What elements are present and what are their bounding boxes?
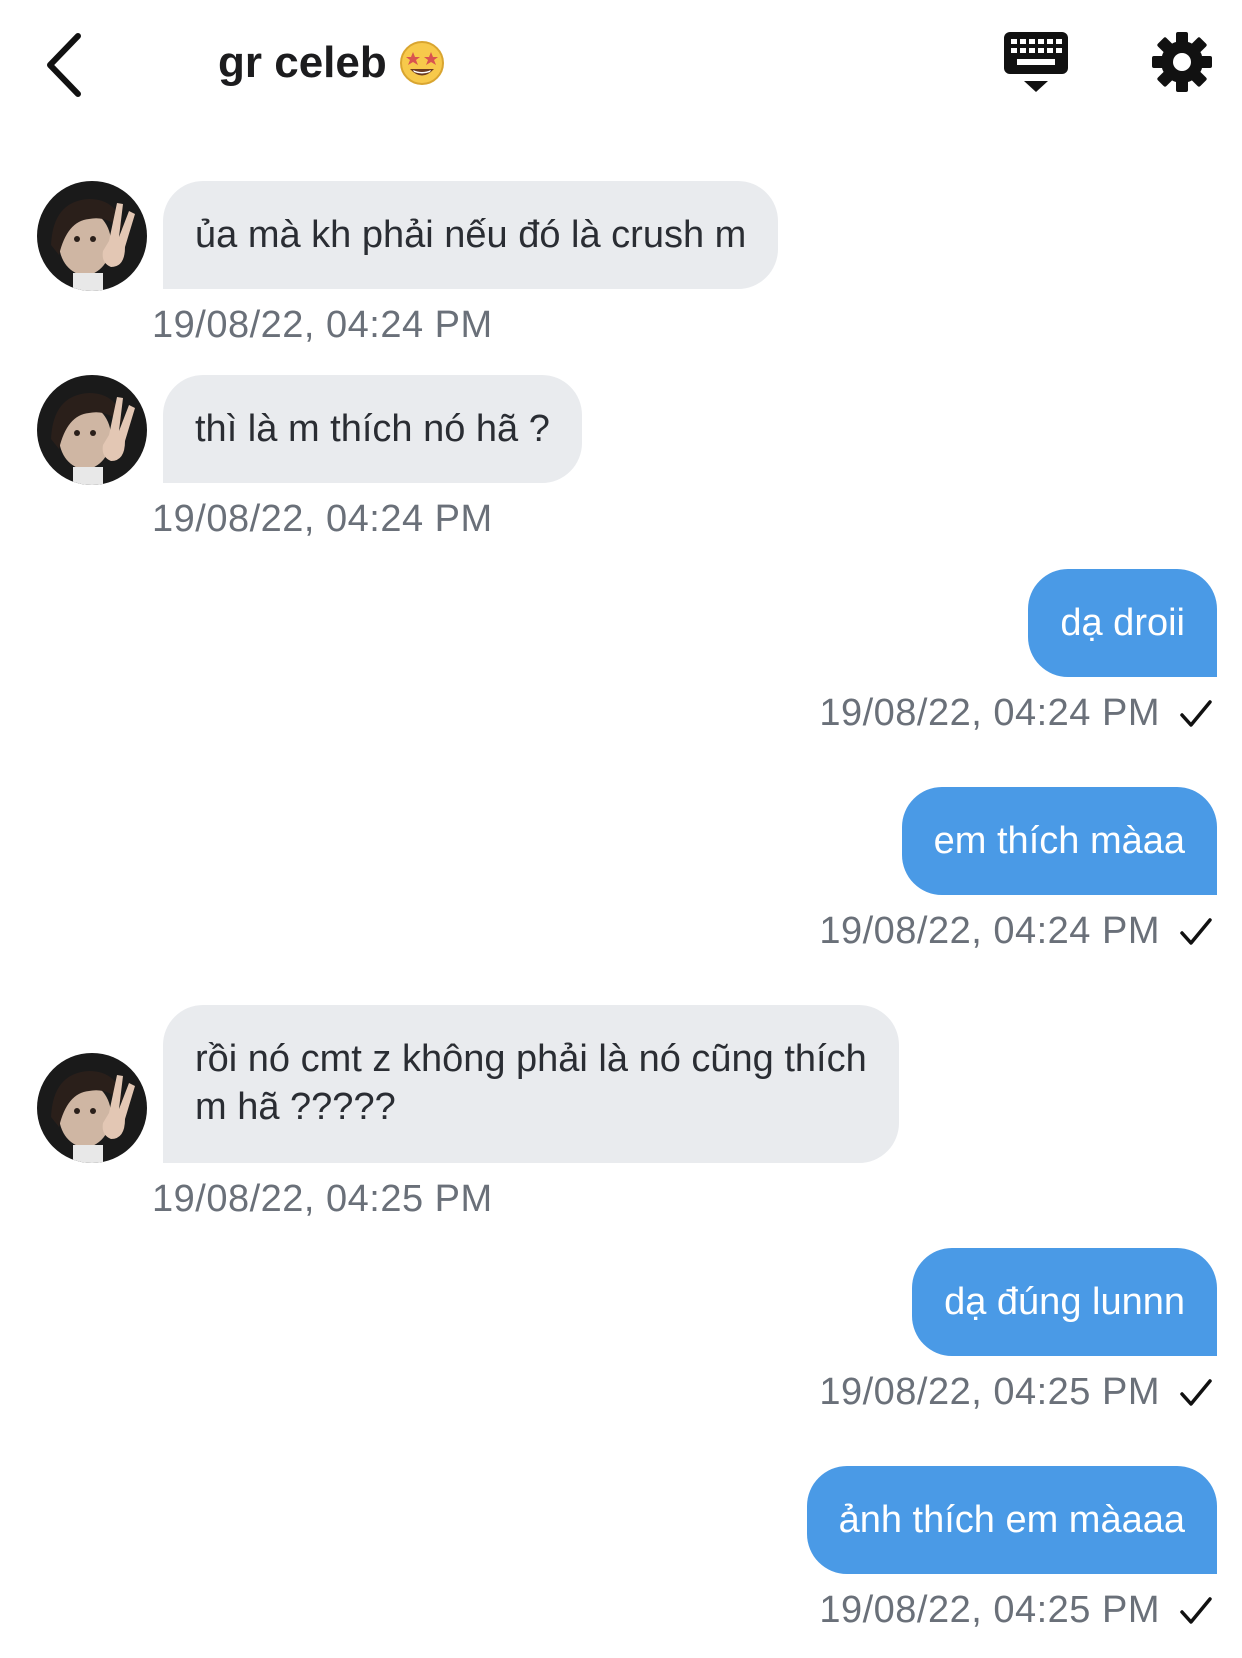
message-bubble-incoming[interactable]: ủa mà kh phải nếu đó là crush m <box>163 181 779 289</box>
keyboard-icon <box>1004 32 1068 92</box>
star-struck-emoji-icon <box>399 40 445 86</box>
message-timestamp: 19/08/22, 04:24 PM <box>152 304 493 346</box>
message-bubble-incoming[interactable]: thì là m thích nó hã ? <box>163 375 582 483</box>
message-timestamp: 19/08/22, 04:24 PM <box>819 910 1160 952</box>
keyboard-button[interactable] <box>1003 30 1069 96</box>
message-timestamp: 19/08/22, 04:24 PM <box>152 498 493 540</box>
message-bubble-outgoing[interactable]: em thích màaa <box>901 787 1217 895</box>
message-meta: 19/08/22, 04:24 PM <box>819 910 1214 953</box>
avatar[interactable] <box>37 375 147 485</box>
settings-button[interactable] <box>1150 30 1214 94</box>
message-timestamp: 19/08/22, 04:25 PM <box>819 1589 1160 1631</box>
checkmark-icon <box>1180 917 1212 945</box>
checkmark-icon <box>1180 699 1212 727</box>
message-text: dạ droii <box>1060 602 1185 644</box>
gear-icon <box>1152 32 1212 92</box>
message-bubble-incoming[interactable]: rồi nó cmt z không phải là nó cũng thích… <box>163 1005 899 1163</box>
chat-title: gr celeb <box>218 38 445 88</box>
message-text: em thích màaa <box>933 820 1185 862</box>
message-timestamp: 19/08/22, 04:25 PM <box>819 1371 1160 1413</box>
chevron-left-icon <box>47 33 81 97</box>
back-button[interactable] <box>40 30 90 100</box>
message-meta: 19/08/22, 04:25 PM <box>819 1589 1214 1632</box>
message-text-line: rồi nó cmt z không phải là nó cũng thích <box>195 1038 867 1080</box>
message-text-line: m hã ????? <box>195 1086 396 1128</box>
message-text: dạ đúng lunnn <box>944 1281 1185 1323</box>
message-meta: 19/08/22, 04:25 PM <box>819 1371 1214 1414</box>
message-bubble-outgoing[interactable]: dạ đúng lunnn <box>912 1248 1217 1356</box>
message-text: ảnh thích em màaaa <box>838 1499 1185 1541</box>
message-timestamp: 19/08/22, 04:24 PM <box>819 692 1160 734</box>
message-text: thì là m thích nó hã ? <box>195 408 550 450</box>
message-timestamp: 19/08/22, 04:25 PM <box>152 1178 493 1220</box>
avatar[interactable] <box>37 181 147 291</box>
avatar[interactable] <box>37 1053 147 1163</box>
chat-title-text: gr celeb <box>218 38 387 87</box>
checkmark-icon <box>1180 1378 1212 1406</box>
message-meta: 19/08/22, 04:24 PM <box>819 692 1214 735</box>
chat-header: gr celeb <box>0 0 1242 130</box>
checkmark-icon <box>1180 1596 1212 1624</box>
message-bubble-outgoing[interactable]: dạ droii <box>1028 569 1217 677</box>
message-text: ủa mà kh phải nếu đó là crush m <box>195 214 747 256</box>
message-bubble-outgoing[interactable]: ảnh thích em màaaa <box>806 1466 1217 1574</box>
